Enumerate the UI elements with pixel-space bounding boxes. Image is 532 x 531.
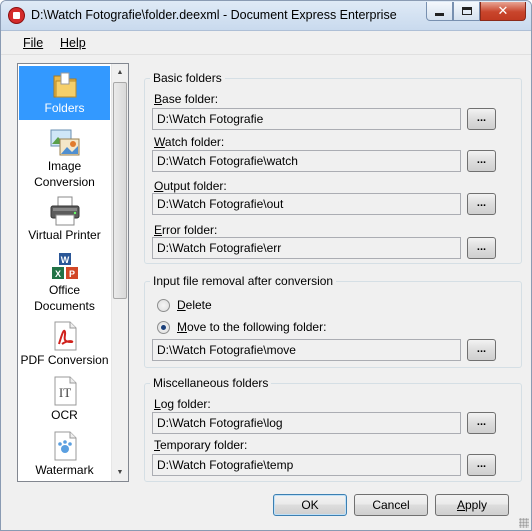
svg-text:X: X	[54, 269, 60, 279]
category-watermark-label: Watermark	[35, 463, 94, 477]
watch-folder-label-rest: atch folder:	[164, 135, 225, 149]
application-window: D:\Watch Fotografie\folder.deexml - Docu…	[0, 0, 532, 531]
menu-file[interactable]: File	[23, 36, 43, 50]
move-folder-field[interactable]: D:\Watch Fotografie\move	[152, 339, 461, 361]
maximize-icon	[461, 7, 472, 15]
app-logo-icon[interactable]	[8, 7, 25, 24]
close-icon: ✕	[497, 3, 509, 18]
temporary-folder-label-rest: emporary folder:	[160, 438, 248, 452]
category-watermark[interactable]: Watermark	[19, 430, 110, 481]
category-image-conversion-label: Image Conversion	[34, 159, 95, 189]
watch-folder-label: Watch folder:	[154, 135, 224, 149]
error-folder-field[interactable]: D:\Watch Fotografie\err	[152, 237, 461, 259]
error-folder-browse-button[interactable]: ...	[467, 237, 496, 259]
misc-folders-title: Miscellaneous folders	[150, 376, 272, 390]
image-conversion-icon	[49, 126, 81, 158]
output-folder-field[interactable]: D:\Watch Fotografie\out	[152, 193, 461, 215]
close-button[interactable]: ✕	[480, 2, 526, 21]
minimize-icon	[435, 12, 444, 16]
apply-button-rest: pply	[465, 498, 488, 512]
category-virtual-printer-label: Virtual Printer	[28, 228, 101, 242]
category-ocr[interactable]: IT OCR	[19, 375, 110, 425]
resize-grip-icon[interactable]	[519, 518, 529, 528]
watch-folder-label-key: W	[154, 135, 165, 149]
base-folder-browse-button[interactable]: ...	[467, 108, 496, 130]
category-scrollbar[interactable]: ▲ ▼	[111, 64, 128, 481]
log-folder-field[interactable]: D:\Watch Fotografie\log	[152, 412, 461, 434]
base-folder-label-rest: ase folder:	[162, 92, 219, 106]
temporary-folder-browse-button[interactable]: ...	[467, 454, 496, 476]
move-option-label: Move to the following folder:	[177, 320, 326, 334]
temporary-folder-field[interactable]: D:\Watch Fotografie\temp	[152, 454, 461, 476]
folder-icon	[52, 70, 78, 100]
window-title: D:\Watch Fotografie\folder.deexml - Docu…	[31, 8, 397, 22]
menu-file-label: File	[23, 36, 44, 50]
watch-folder-field[interactable]: D:\Watch Fotografie\watch	[152, 150, 461, 172]
base-folder-label: Base folder:	[154, 92, 218, 106]
category-folders[interactable]: Folders	[19, 66, 110, 120]
category-office-documents-label: Office Documents	[34, 283, 95, 313]
scrollbar-thumb[interactable]	[113, 82, 127, 299]
apply-button-key: A	[456, 498, 465, 512]
maximize-button[interactable]	[453, 2, 480, 21]
category-pdf-conversion-label: PDF Conversion	[20, 353, 109, 367]
menu-help-label: Help	[60, 36, 86, 50]
delete-option-rest: elete	[185, 298, 212, 312]
output-folder-browse-button[interactable]: ...	[467, 193, 496, 215]
menu-help[interactable]: Help	[60, 36, 86, 50]
move-radio[interactable]	[157, 320, 170, 334]
input-removal-title: Input file removal after conversion	[150, 274, 337, 288]
ok-button[interactable]: OK	[273, 494, 347, 516]
log-folder-label: Log folder:	[154, 397, 211, 411]
category-office-documents[interactable]: W X P Office Documents	[19, 252, 110, 313]
delete-option[interactable]: Delete	[157, 298, 212, 312]
title-bar[interactable]: D:\Watch Fotografie\folder.deexml - Docu…	[1, 1, 531, 31]
apply-button[interactable]: Apply	[435, 494, 509, 516]
log-folder-label-key: L	[154, 397, 161, 411]
base-folder-field[interactable]: D:\Watch Fotografie	[152, 108, 461, 130]
output-folder-label-rest: utput folder:	[163, 179, 227, 193]
office-documents-icon: W X P	[49, 252, 81, 282]
category-pdf-conversion[interactable]: PDF Conversion	[19, 320, 110, 370]
svg-text:IT: IT	[58, 385, 70, 400]
category-folders-label: Folders	[44, 101, 85, 115]
error-folder-label: Error folder:	[154, 223, 217, 237]
basic-folders-title: Basic folders	[150, 71, 225, 85]
error-folder-label-rest: rror folder:	[162, 223, 218, 237]
category-virtual-printer[interactable]: Virtual Printer	[19, 195, 110, 245]
caption-buttons: ✕	[426, 2, 526, 21]
printer-icon	[49, 195, 81, 227]
scroll-up-icon: ▲	[116, 69, 124, 76]
move-option-key: M	[177, 320, 187, 334]
ocr-icon: IT	[49, 375, 81, 407]
svg-text:P: P	[68, 269, 74, 279]
output-folder-label-key: O	[154, 179, 164, 193]
temporary-folder-label: Temporary folder:	[154, 438, 247, 452]
category-image-conversion[interactable]: Image Conversion	[19, 126, 110, 189]
log-folder-label-rest: og folder:	[160, 397, 211, 411]
menu-bar: File Help	[1, 31, 531, 55]
scroll-down-icon: ▼	[116, 469, 124, 476]
move-option[interactable]: Move to the following folder:	[157, 320, 326, 334]
svg-text:W: W	[60, 255, 69, 265]
output-folder-label: Output folder:	[154, 179, 227, 193]
scroll-down-button[interactable]: ▼	[112, 464, 128, 481]
delete-option-label: Delete	[177, 298, 212, 312]
log-folder-browse-button[interactable]: ...	[467, 412, 496, 434]
move-option-rest: ove to the following folder:	[187, 320, 327, 334]
watermark-icon	[49, 430, 81, 462]
scroll-up-button[interactable]: ▲	[112, 64, 128, 81]
move-folder-browse-button[interactable]: ...	[467, 339, 496, 361]
category-ocr-label: OCR	[51, 408, 78, 422]
cancel-button[interactable]: Cancel	[354, 494, 428, 516]
minimize-button[interactable]	[426, 2, 453, 21]
watch-folder-browse-button[interactable]: ...	[467, 150, 496, 172]
delete-option-key: D	[177, 298, 186, 312]
delete-radio[interactable]	[157, 298, 170, 312]
error-folder-label-key: E	[154, 223, 163, 237]
pdf-icon	[49, 320, 81, 352]
base-folder-label-key: B	[154, 92, 163, 106]
category-list[interactable]: Folders Image Conversion Virtual Printer…	[17, 63, 129, 482]
